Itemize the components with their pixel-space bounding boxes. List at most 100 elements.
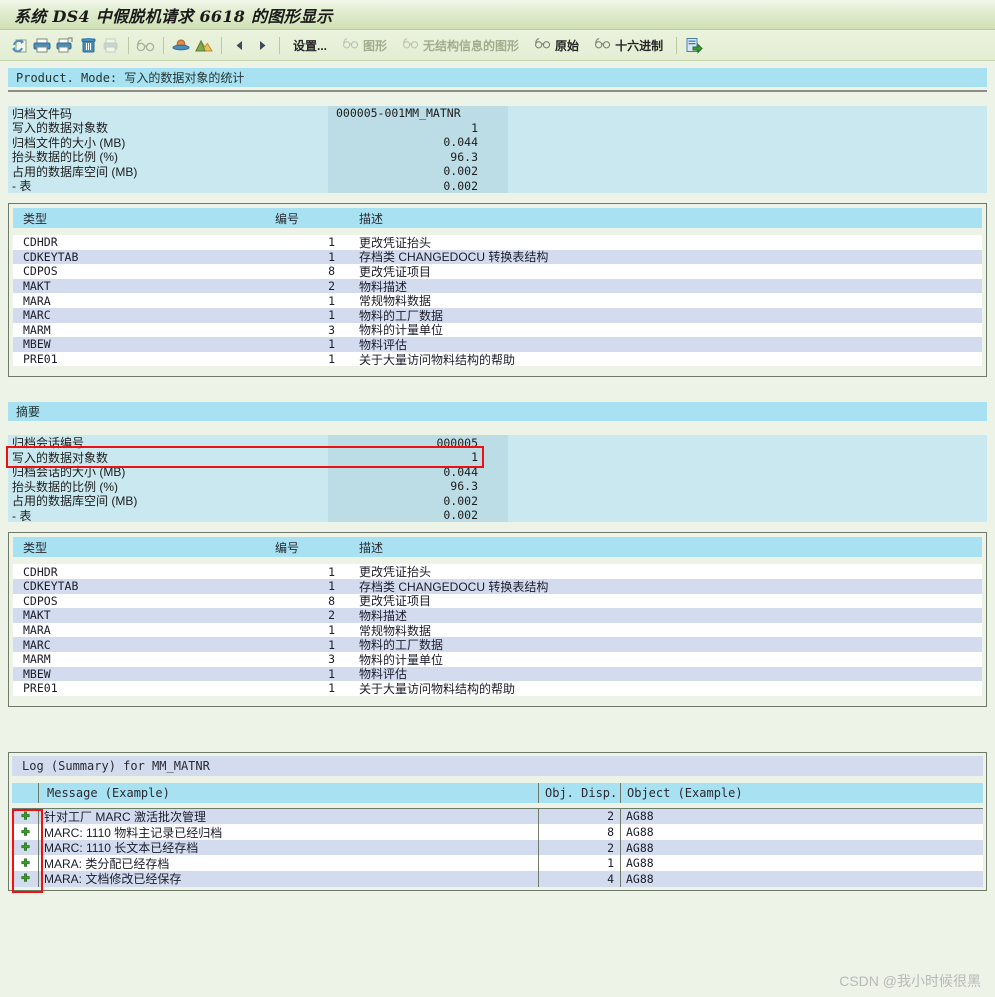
success-icon[interactable] [12, 871, 39, 887]
table-row[interactable]: MARM 3 物料的计量单位 [13, 322, 982, 337]
cell-type: CDKEYTAB [23, 249, 79, 264]
print-preview-icon[interactable] [54, 33, 76, 57]
hex-button[interactable]: 十六进制 [587, 37, 670, 54]
table-body: CDHDR 1 更改凭证抬头 CDKEYTAB 1 存档类 CHANGEDOCU 转换表结… [13, 235, 982, 367]
column-header-obj-disp: Obj. Disp. [539, 782, 621, 803]
statistics-row-tail [508, 120, 987, 135]
column-header-number: 编号 [275, 540, 300, 555]
graphic-button[interactable]: 图形 [335, 37, 394, 54]
statistics-row-tail [508, 478, 987, 494]
cell-object: AG88 [626, 840, 654, 855]
table-row[interactable]: CDHDR 1 更改凭证抬头 [13, 564, 982, 579]
table-row[interactable]: MAKT 2 物料描述 [13, 278, 982, 294]
column-header-object: Object (Example) [621, 782, 983, 803]
page-title: 系统 DS4 中假脱机请求 6618 的图形显示 [14, 6, 333, 26]
cell-obj-disp: 4 [539, 871, 621, 887]
graphic-button-label: 图形 [363, 38, 388, 53]
cell-number: 1 [328, 623, 335, 638]
print-disabled-icon [100, 33, 122, 57]
picture-icon[interactable] [193, 33, 215, 57]
cell-number: 8 [328, 264, 335, 279]
statistics-label: 占用的数据库空间 (MB) [8, 164, 328, 179]
table-row[interactable]: MARA 1 常规物料数据 [13, 293, 982, 308]
statistics-row-tail [508, 106, 987, 121]
log-body: 针对工厂 MARC 激活批次管理 2 AG88 MARC: 1110 物料主记录已经归… [12, 808, 983, 893]
cell-number: 3 [328, 322, 335, 337]
export-icon[interactable] [683, 33, 705, 57]
statistics-value: 0.002 [328, 178, 508, 193]
statistics-value: 1 [328, 449, 508, 465]
cell-type: PRE01 [23, 352, 58, 367]
log-row[interactable]: MARA: 文档修改已经保存 4 AG88 [12, 871, 983, 887]
table-row[interactable]: MARA 1 常规物料数据 [13, 622, 982, 638]
table-row[interactable]: MARM 3 物料的计量单位 [13, 651, 982, 667]
table-row[interactable]: CDPOS 8 更改凭证项目 [13, 593, 982, 608]
statistics-value: 96.3 [328, 478, 508, 494]
table-row[interactable]: MBEW 1 物料评估 [13, 666, 982, 681]
statistics-value: 0.044 [328, 135, 508, 150]
section-header-product-mode: Product. Mode: 写入的数据对象的统计 [8, 68, 987, 87]
cell-type: MBEW [23, 666, 51, 681]
table-row[interactable]: MARC 1 物料的工厂数据 [13, 307, 982, 323]
table-body: CDHDR 1 更改凭证抬头 CDKEYTAB 1 存档类 CHANGEDOCU 转换表结… [13, 564, 982, 696]
log-header-row: Message (Example) Obj. Disp. Object (Exa… [12, 782, 983, 803]
glasses-icon [534, 37, 552, 53]
toolbar-separator [163, 36, 164, 54]
cell-type: MARM [23, 322, 51, 337]
table-row[interactable]: CDKEYTAB 1 存档类 CHANGEDOCU 转换表结构 [13, 249, 982, 264]
success-icon[interactable] [12, 855, 39, 872]
log-row[interactable]: MARA: 类分配已经存档 1 AG88 [12, 855, 983, 872]
cell-message: MARA: 文档修改已经保存 [39, 871, 539, 887]
statistics-row-tail [508, 164, 987, 179]
success-icon[interactable] [12, 808, 39, 825]
cell-obj-disp: 2 [539, 808, 621, 825]
cell-number: 2 [328, 279, 335, 294]
table-row[interactable]: MAKT 2 物料描述 [13, 608, 982, 623]
cell-number: 1 [328, 579, 335, 594]
table-row[interactable]: CDHDR 1 更改凭证抬头 [13, 235, 982, 250]
toolbar-separator [128, 36, 129, 54]
log-row[interactable]: MARC: 1110 长文本已经存档 2 AG88 [12, 839, 983, 856]
log-row[interactable]: MARC: 1110 物料主记录已经归档 8 AG88 [12, 824, 983, 840]
success-icon[interactable] [12, 824, 39, 840]
log-title: Log (Summary) for MM_MATNR [12, 755, 983, 776]
statistics-row-tail [508, 449, 987, 465]
log-title-gap [12, 776, 983, 783]
hat-icon[interactable] [170, 33, 192, 57]
table-row[interactable]: PRE01 1 关于大量访问物料结构的帮助 [13, 681, 982, 696]
print-icon[interactable] [31, 33, 53, 57]
next-page-icon[interactable] [251, 33, 273, 57]
table-row[interactable]: MBEW 1 物料评估 [13, 337, 982, 352]
previous-page-icon[interactable] [228, 33, 250, 57]
cell-number: 1 [328, 249, 335, 264]
table-row[interactable]: MARC 1 物料的工厂数据 [13, 637, 982, 652]
table-row[interactable]: CDKEYTAB 1 存档类 CHANGEDOCU 转换表结构 [13, 578, 982, 594]
cell-number: 1 [328, 637, 335, 652]
delete-icon[interactable] [77, 33, 99, 57]
hex-button-label: 十六进制 [615, 38, 664, 53]
column-header-number: 编号 [275, 211, 300, 226]
table-row[interactable]: PRE01 1 关于大量访问物料结构的帮助 [13, 351, 982, 367]
log-row[interactable]: 针对工厂 MARC 激活批次管理 2 AG88 [12, 808, 983, 825]
statistics-row: 占用的数据库空间 (MB) 0.002 [8, 164, 987, 179]
cell-type: MARC [23, 308, 51, 323]
statistics-row-tail [508, 507, 987, 523]
cell-object: AG88 [626, 871, 654, 886]
table-row[interactable]: CDPOS 8 更改凭证项目 [13, 264, 982, 279]
cell-type: MBEW [23, 337, 51, 352]
success-icon[interactable] [12, 839, 39, 856]
cell-type: MAKT [23, 279, 51, 294]
cell-type: MARA [23, 623, 51, 638]
settings-button[interactable]: 设置... [286, 37, 334, 54]
column-header-type: 类型 [23, 211, 48, 226]
summary-block: 归档会话编号 000005 写入的数据对象数 1 归档会话的大小 (MB) 0.044 抬头… [0, 435, 995, 523]
refresh-icon[interactable] [8, 33, 30, 57]
cell-type: PRE01 [23, 681, 58, 696]
cell-object: AG88 [626, 809, 654, 824]
cell-type: CDPOS [23, 593, 58, 608]
cell-number: 8 [328, 593, 335, 608]
raw-button[interactable]: 原始 [527, 37, 586, 54]
statistics-archive-session: 归档会话编号 000005 写入的数据对象数 1 归档会话的大小 (MB) 0.044 抬头… [8, 435, 987, 523]
graphic-no-structure-button[interactable]: 无结构信息的图形 [395, 37, 526, 54]
statistics-row: 抬头数据的比例 (%) 96.3 [8, 149, 987, 164]
